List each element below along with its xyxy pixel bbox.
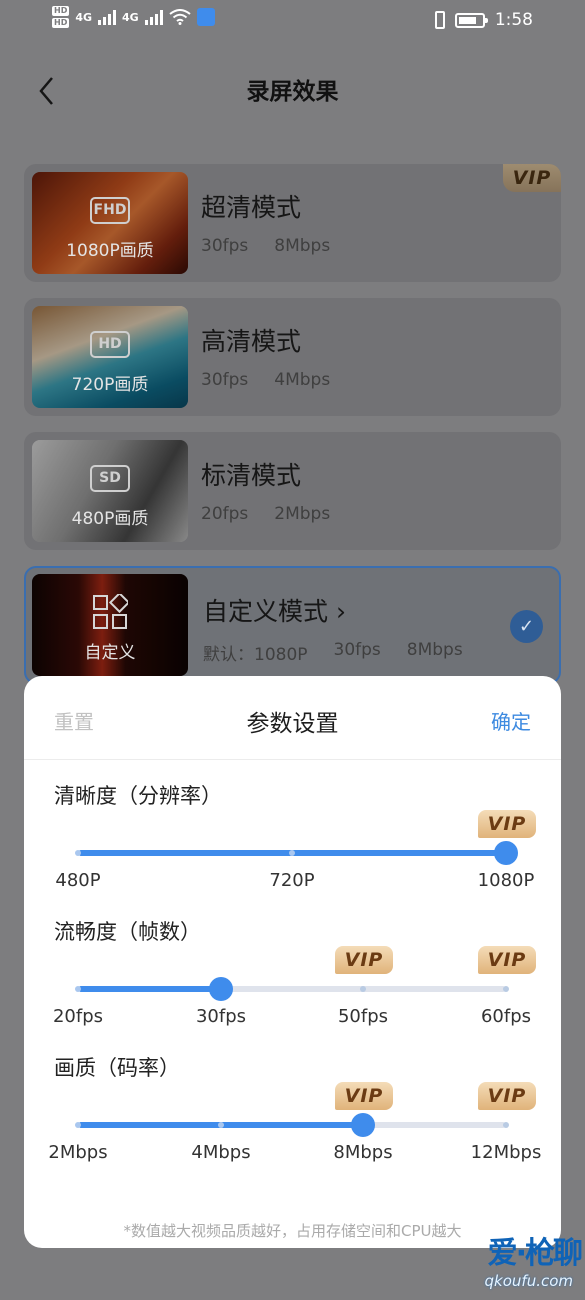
mode-card-sd[interactable]: SD 480P画质 标清模式 20fps 2Mbps: [24, 432, 561, 550]
slider-thumb[interactable]: [494, 841, 518, 865]
mode-name: 自定义模式 ›: [203, 592, 346, 628]
resolution-label: 清晰度（分辨率）: [54, 784, 222, 808]
mode-card-custom[interactable]: 自定义 自定义模式 › 默认：1080P 30fps 8Mbps ✓: [24, 566, 561, 684]
status-bar: HD HD 4G 4G 1:58: [0, 0, 585, 44]
parameter-settings-sheet: 重置 参数设置 确定 清晰度（分辨率） VIP 480P 720P 1080P …: [24, 676, 561, 1248]
framerate-label: 流畅度（帧数）: [54, 920, 201, 944]
slider-thumb[interactable]: [208, 977, 233, 1001]
vip-badge: VIP: [478, 946, 536, 974]
mode-thumbnail: 自定义: [32, 574, 188, 676]
mode-bitrate: 8Mbps: [406, 640, 463, 660]
network-type-2: 4G: [122, 10, 139, 24]
sheet-title: 参数设置: [246, 711, 339, 737]
bitrate-tick: 12Mbps: [470, 1142, 542, 1163]
confirm-button[interactable]: 确定: [491, 706, 531, 735]
mode-fps: 30fps: [201, 370, 249, 390]
sd-badge: SD: [90, 465, 130, 492]
mode-quality: 480P画质: [71, 509, 149, 529]
slider-stop: [75, 850, 81, 856]
page-title: 录屏效果: [246, 79, 339, 105]
custom-grid-icon: [93, 594, 128, 629]
slider-stop: [503, 1122, 509, 1128]
signal-icon: [98, 9, 117, 25]
vip-badge: VIP: [478, 810, 536, 838]
bitrate-tick: 2Mbps: [48, 1142, 108, 1163]
hd-badges: HD HD: [52, 6, 70, 28]
slider-stop: [75, 986, 81, 992]
slider-thumb[interactable]: [351, 1113, 376, 1137]
mode-name: 超清模式: [201, 193, 302, 222]
mode-name-text: 自定义模式: [203, 597, 329, 626]
hd-badge: HD: [52, 18, 70, 28]
mode-fps: 30fps: [201, 236, 249, 256]
slider-stop: [217, 1122, 224, 1128]
mode-quality: 720P画质: [71, 375, 149, 395]
mode-bitrate: 8Mbps: [274, 236, 331, 256]
vip-badge: VIP: [335, 1082, 393, 1110]
hd-badge: HD: [90, 331, 130, 358]
mode-quality: 自定义: [84, 643, 136, 663]
sheet-header: 重置 参数设置 确定: [24, 676, 561, 760]
fhd-badge: FHD: [90, 197, 130, 224]
watermark-brand: 爱·枪聊: [487, 1236, 583, 1271]
framerate-tick: 30fps: [195, 1006, 247, 1027]
chevron-right-icon: ›: [335, 597, 346, 626]
watermark-domain: qkoufu.com: [484, 1272, 573, 1290]
mode-default: 默认：1080P: [203, 645, 308, 665]
mode-card-hd[interactable]: HD 720P画质 高清模式 30fps 4Mbps: [24, 298, 561, 416]
framerate-tick: 20fps: [52, 1006, 104, 1027]
selected-check-icon: ✓: [510, 610, 543, 643]
hd-badge: HD: [52, 6, 70, 16]
clock: 1:58: [494, 10, 533, 30]
resolution-tick: 480P: [55, 870, 101, 891]
slider-stop: [289, 850, 295, 856]
vip-badge: VIP: [335, 946, 393, 974]
vip-badge: VIP: [503, 164, 561, 192]
resolution-tick: 1080P: [477, 870, 535, 891]
mode-fps: 30fps: [333, 640, 381, 660]
signal-icon-2: [144, 9, 163, 25]
network-type: 4G: [75, 10, 93, 24]
watermark-logo: 爱·枪聊 qkoufu.com: [425, 1236, 585, 1300]
mode-name: 高清模式: [201, 327, 302, 356]
mode-card-fhd[interactable]: FHD 1080P画质 超清模式 30fps 8Mbps VIP: [24, 164, 561, 282]
vip-badge: VIP: [478, 1082, 536, 1110]
slider-stop: [503, 986, 509, 992]
bitrate-tick: 4Mbps: [191, 1142, 251, 1163]
bitrate-tick: 8Mbps: [333, 1142, 393, 1163]
framerate-slider[interactable]: [75, 977, 509, 1001]
wifi-icon: [169, 9, 191, 25]
slider-stop: [360, 986, 367, 992]
app-notification-icon: [196, 8, 215, 26]
battery-icon: [454, 12, 488, 28]
mode-name: 标清模式: [201, 461, 302, 490]
mode-thumbnail: SD 480P画质: [32, 440, 188, 542]
mode-quality: 1080P画质: [66, 241, 154, 261]
mode-thumbnail: FHD 1080P画质: [32, 172, 188, 274]
mode-thumbnail: HD 720P画质: [32, 306, 188, 408]
slider-fill: [78, 986, 221, 992]
framerate-tick: 60fps: [480, 1006, 532, 1027]
mode-bitrate: 2Mbps: [274, 504, 331, 524]
bitrate-slider[interactable]: [75, 1113, 509, 1137]
slider-stop: [75, 1122, 81, 1128]
resolution-slider[interactable]: [75, 841, 518, 865]
resolution-tick: 720P: [269, 870, 315, 891]
mode-bitrate: 4Mbps: [274, 370, 331, 390]
vibrate-icon: [434, 11, 445, 29]
framerate-tick: 50fps: [337, 1006, 389, 1027]
mode-fps: 20fps: [201, 504, 249, 524]
bitrate-label: 画质（码率）: [54, 1056, 180, 1080]
